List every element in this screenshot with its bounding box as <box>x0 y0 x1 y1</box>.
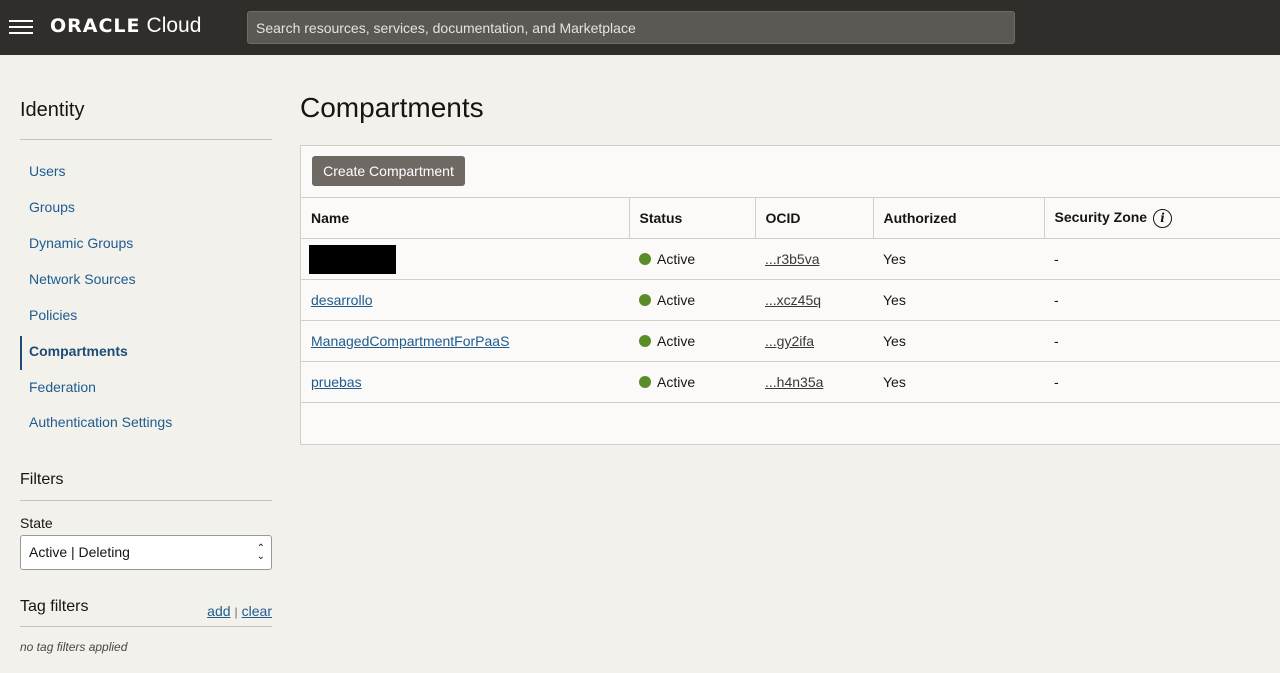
logo-product: Cloud <box>146 14 202 37</box>
state-select[interactable]: Active | Deleting ⌃ ⌄ <box>20 535 272 570</box>
security-zone-cell: - <box>1044 361 1280 403</box>
sidebar-item-authentication-settings[interactable]: Authentication Settings <box>20 407 272 437</box>
authorized-cell: Yes <box>873 320 1044 362</box>
security-zone-cell: - <box>1044 320 1280 362</box>
search-input[interactable] <box>247 11 1015 44</box>
name-cell: pruebas <box>301 361 629 403</box>
status-cell: Active <box>629 320 755 362</box>
hamburger-menu-icon[interactable] <box>9 18 33 36</box>
column-header-authorized[interactable]: Authorized <box>873 197 1045 239</box>
state-select-value: Active | Deleting <box>29 544 130 560</box>
table-row: pruebas Active ...h4n35a Yes - <box>301 361 1280 403</box>
status-text: Active <box>657 333 696 349</box>
status-active-icon <box>639 294 651 307</box>
sidebar-item-groups[interactable]: Groups <box>20 192 272 222</box>
status-text: Active <box>657 374 696 390</box>
status-active-icon <box>639 253 651 266</box>
divider <box>20 139 272 140</box>
column-header-security-zone-cell: Security Zone i <box>1044 197 1280 239</box>
table-row: desarrollo Active ...xcz45q Yes - <box>301 279 1280 321</box>
ocid-cell: ...h4n35a <box>755 361 873 403</box>
compartment-name-link[interactable]: pruebas <box>311 374 362 390</box>
ocid-link[interactable]: ...xcz45q <box>765 292 821 308</box>
sidebar-item-federation[interactable]: Federation <box>20 372 272 402</box>
ocid-cell: ...gy2ifa <box>755 320 873 362</box>
name-cell: ManagedCompartmentForPaaS <box>301 320 629 362</box>
sidebar-item-users[interactable]: Users <box>20 156 272 186</box>
info-icon[interactable]: i <box>1152 208 1172 228</box>
logo-brand: ORACLE <box>50 15 141 37</box>
divider <box>20 626 272 627</box>
status-text: Active <box>657 251 696 267</box>
status-text: Active <box>657 292 696 308</box>
table-header-row: Name Status OCID Authorized Security Zon… <box>301 197 1280 239</box>
ocid-link[interactable]: ...h4n35a <box>765 374 823 390</box>
add-tag-filter-link[interactable]: add <box>207 603 230 619</box>
status-active-icon <box>639 335 651 348</box>
sidebar-title: Identity <box>20 99 85 121</box>
column-header-status[interactable]: Status <box>629 197 756 239</box>
status-cell: Active <box>629 279 755 321</box>
security-zone-cell: - <box>1044 279 1280 321</box>
select-arrows-icon: ⌃ ⌄ <box>256 543 265 562</box>
sidebar-item-policies[interactable]: Policies <box>20 300 272 330</box>
top-navigation-bar: ORACLE Cloud <box>0 0 1280 55</box>
create-compartment-button[interactable]: Create Compartment <box>312 156 465 186</box>
no-tag-filters-text: no tag filters applied <box>20 640 128 654</box>
status-cell: Active <box>629 361 755 403</box>
ocid-link[interactable]: ...gy2ifa <box>765 333 814 349</box>
state-label: State <box>20 515 53 531</box>
column-header-security-zone[interactable]: Security Zone <box>1055 209 1148 225</box>
security-zone-cell: - <box>1044 238 1280 280</box>
ocid-link[interactable]: ...r3b5va <box>765 251 819 267</box>
authorized-cell: Yes <box>873 279 1044 321</box>
redacted-name-block <box>309 244 396 274</box>
column-header-name[interactable]: Name <box>301 197 630 239</box>
name-cell: desarrollo <box>301 279 629 321</box>
sidebar-item-dynamic-groups[interactable]: Dynamic Groups <box>20 228 272 258</box>
table-row: ManagedCompartmentForPaaS Active ...gy2i… <box>301 320 1280 362</box>
table-row: Active ...r3b5va Yes - <box>301 238 1280 280</box>
tag-filter-links: add | clear <box>207 603 272 619</box>
tag-link-separator: | <box>234 605 238 619</box>
oracle-cloud-logo[interactable]: ORACLE Cloud <box>50 14 201 40</box>
page-title: Compartments <box>300 92 484 123</box>
name-cell <box>301 238 629 280</box>
ocid-cell: ...r3b5va <box>755 238 873 280</box>
sidebar-item-compartments[interactable]: Compartments <box>20 336 272 370</box>
authorized-cell: Yes <box>873 238 1044 280</box>
filters-title: Filters <box>20 471 64 488</box>
status-cell: Active <box>629 238 755 280</box>
clear-tag-filters-link[interactable]: clear <box>242 603 272 619</box>
compartment-name-link[interactable]: desarrollo <box>311 292 372 308</box>
column-header-ocid[interactable]: OCID <box>755 197 874 239</box>
authorized-cell: Yes <box>873 361 1044 403</box>
status-active-icon <box>639 376 651 389</box>
sidebar-item-network-sources[interactable]: Network Sources <box>20 264 272 294</box>
compartment-name-link[interactable]: ManagedCompartmentForPaaS <box>311 333 509 349</box>
ocid-cell: ...xcz45q <box>755 279 873 321</box>
compartments-table: Name Status OCID Authorized Security Zon… <box>301 197 1280 403</box>
compartments-panel: Create Compartment Name Status OCID Auth… <box>300 145 1280 445</box>
tag-filters-title: Tag filters <box>20 598 89 615</box>
divider <box>20 500 272 501</box>
